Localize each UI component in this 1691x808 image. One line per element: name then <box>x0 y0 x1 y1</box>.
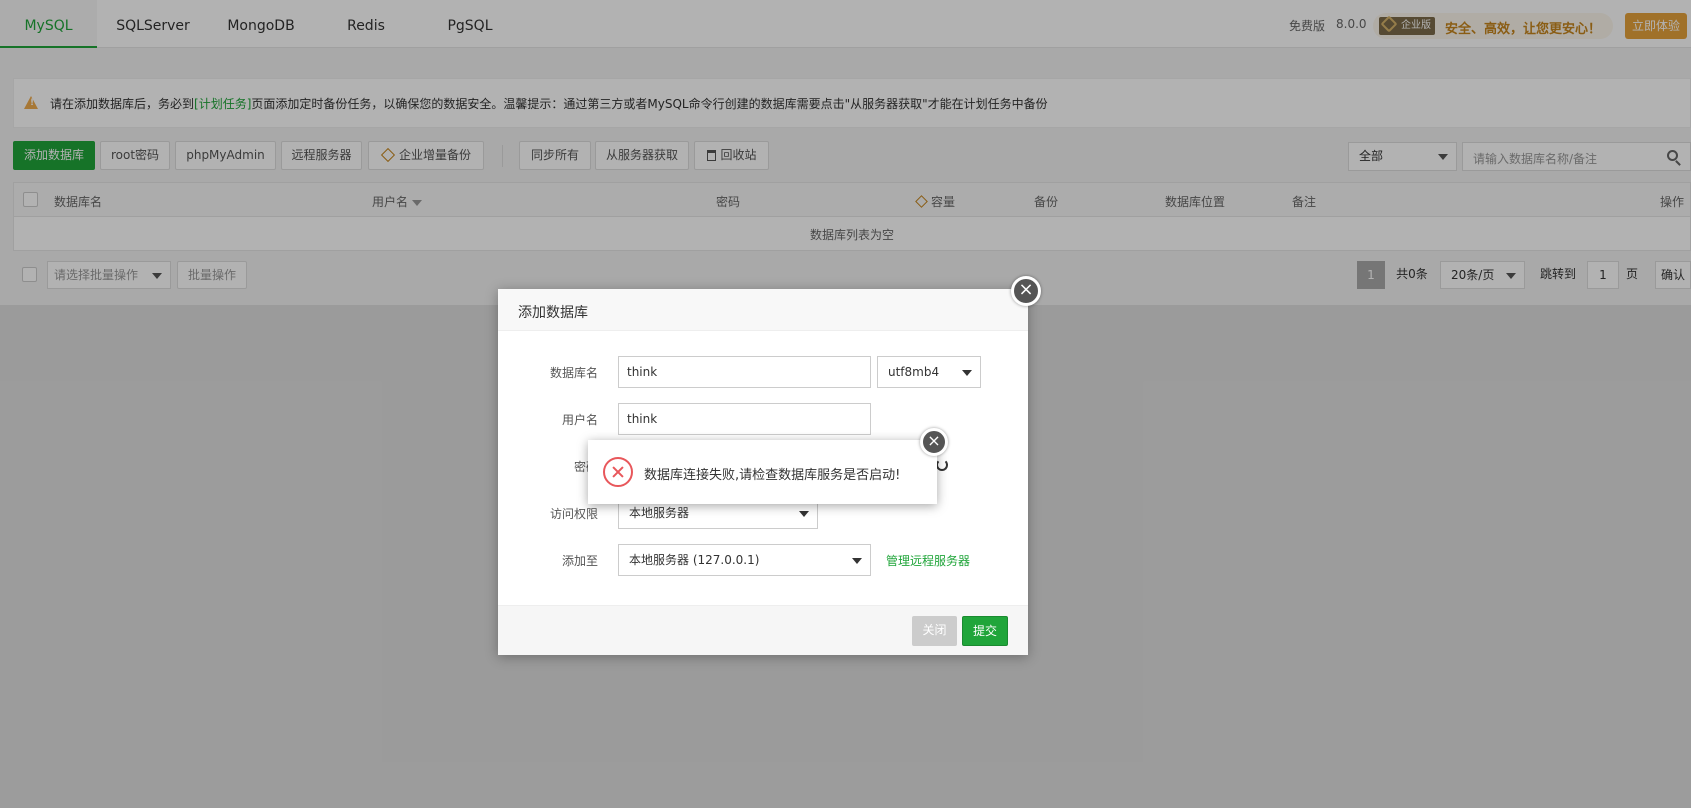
error-alert: 数据库连接失败,请检查数据库服务是否启动! <box>588 440 937 504</box>
dialog-close-icon[interactable]: × <box>1011 276 1041 306</box>
username-input[interactable]: think <box>618 403 871 435</box>
chevron-down-icon <box>852 558 862 564</box>
error-icon <box>603 457 633 487</box>
db-name-label: 数据库名 <box>549 366 598 380</box>
chevron-down-icon <box>799 511 809 517</box>
db-name-input[interactable]: think <box>618 356 871 388</box>
add-to-label: 添加至 <box>561 554 598 568</box>
manage-remote-server-link[interactable]: 管理远程服务器 <box>886 552 970 569</box>
error-message: 数据库连接失败,请检查数据库服务是否启动! <box>644 468 901 483</box>
username-label: 用户名 <box>561 413 598 427</box>
alert-close-icon[interactable]: × <box>920 428 948 456</box>
add-to-select[interactable]: 本地服务器 (127.0.0.1) <box>618 544 871 576</box>
chevron-down-icon <box>962 370 972 376</box>
dialog-close-button[interactable]: 关闭 <box>912 616 957 646</box>
dialog-title: 添加数据库 <box>518 305 588 321</box>
dialog-submit-button[interactable]: 提交 <box>962 616 1008 646</box>
access-label: 访问权限 <box>549 507 598 521</box>
charset-select[interactable]: utf8mb4 <box>877 356 981 388</box>
dialog-footer: 关闭 提交 <box>498 605 1028 655</box>
password-label: 密码 <box>573 460 598 474</box>
refresh-icon[interactable] <box>936 459 948 471</box>
dialog-header: 添加数据库 <box>498 289 1028 331</box>
